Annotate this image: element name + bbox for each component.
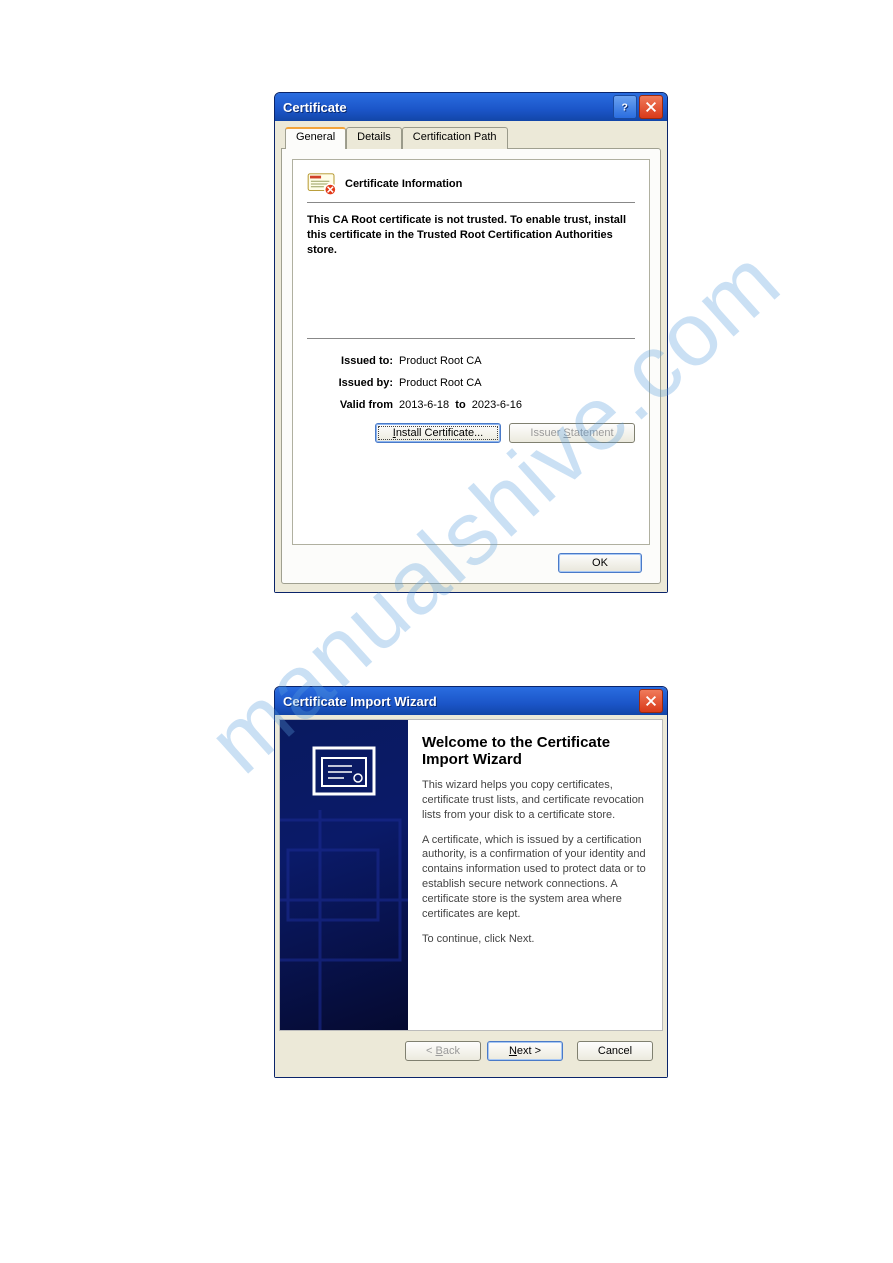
- certificate-info-heading: Certificate Information: [345, 178, 462, 190]
- valid-from-label: Valid from: [307, 399, 399, 411]
- label-rest: tatement: [571, 427, 614, 439]
- close-button[interactable]: [639, 689, 663, 713]
- titlebar[interactable]: Certificate Import Wizard: [275, 687, 667, 715]
- wizard-button-row: < Back Next > Cancel: [279, 1031, 663, 1073]
- issued-by-label: Issued by:: [307, 377, 399, 389]
- wizard-paragraph-3: To continue, click Next.: [422, 932, 650, 947]
- valid-from-value: 2013-6-18: [399, 399, 449, 411]
- mnemonic: B: [436, 1045, 443, 1057]
- trust-warning-text: This CA Root certificate is not trusted.…: [307, 213, 635, 258]
- close-button[interactable]: [639, 95, 663, 119]
- tab-certification-path[interactable]: Certification Path: [402, 127, 508, 149]
- label-pre: <: [426, 1045, 435, 1057]
- ok-button[interactable]: OK: [558, 553, 642, 573]
- wizard-paragraph-2: A certificate, which is issued by a cert…: [422, 833, 650, 922]
- help-icon: ?: [618, 100, 632, 114]
- close-icon: [644, 694, 658, 708]
- svg-text:?: ?: [622, 102, 628, 114]
- certificate-info-panel: Certificate Information This CA Root cer…: [292, 159, 650, 545]
- label-rest: ack: [443, 1045, 460, 1057]
- tab-panel-general: Certificate Information This CA Root cer…: [281, 148, 661, 584]
- cancel-button[interactable]: Cancel: [577, 1041, 653, 1061]
- issued-by-row: Issued by: Product Root CA: [307, 377, 635, 389]
- mnemonic: S: [563, 427, 570, 439]
- tabstrip: General Details Certification Path: [281, 127, 661, 149]
- window-title: Certificate: [283, 100, 347, 115]
- valid-to-word: to: [455, 399, 465, 411]
- wizard-content: Welcome to the Certificate Import Wizard…: [408, 720, 662, 1030]
- issued-by-value: Product Root CA: [399, 377, 482, 389]
- banner-graphic-icon: [280, 720, 408, 1030]
- titlebar[interactable]: Certificate ?: [275, 93, 667, 121]
- valid-to-value: 2023-6-16: [472, 399, 522, 411]
- issued-to-value: Product Root CA: [399, 355, 482, 367]
- certificate-import-wizard-dialog: Certificate Import Wizard: [274, 686, 668, 1078]
- divider: [307, 338, 635, 339]
- wizard-banner: [280, 720, 408, 1030]
- close-icon: [644, 100, 658, 114]
- label-pre: Issuer: [530, 427, 563, 439]
- tab-general[interactable]: General: [285, 127, 346, 149]
- mnemonic: N: [509, 1045, 517, 1057]
- issued-to-row: Issued to: Product Root CA: [307, 355, 635, 367]
- wizard-body: Welcome to the Certificate Import Wizard…: [279, 719, 663, 1031]
- next-button[interactable]: Next >: [487, 1041, 563, 1061]
- label-rest: ext >: [517, 1045, 541, 1057]
- valid-row: Valid from 2013-6-18 to 2023-6-16: [307, 399, 635, 411]
- install-certificate-button[interactable]: Install Certificate...: [375, 423, 501, 443]
- certificate-error-icon: [307, 172, 337, 196]
- window-title: Certificate Import Wizard: [283, 694, 437, 709]
- divider: [307, 202, 635, 203]
- help-button[interactable]: ?: [613, 95, 637, 119]
- issued-to-label: Issued to:: [307, 355, 399, 367]
- tab-details[interactable]: Details: [346, 127, 402, 149]
- wizard-heading: Welcome to the Certificate Import Wizard: [422, 734, 650, 768]
- certificate-dialog: Certificate ? General Details Certificat…: [274, 92, 668, 593]
- back-button: < Back: [405, 1041, 481, 1061]
- wizard-paragraph-1: This wizard helps you copy certificates,…: [422, 778, 650, 823]
- issuer-statement-button: Issuer Statement: [509, 423, 635, 443]
- label-rest: nstall Certificate...: [396, 427, 483, 439]
